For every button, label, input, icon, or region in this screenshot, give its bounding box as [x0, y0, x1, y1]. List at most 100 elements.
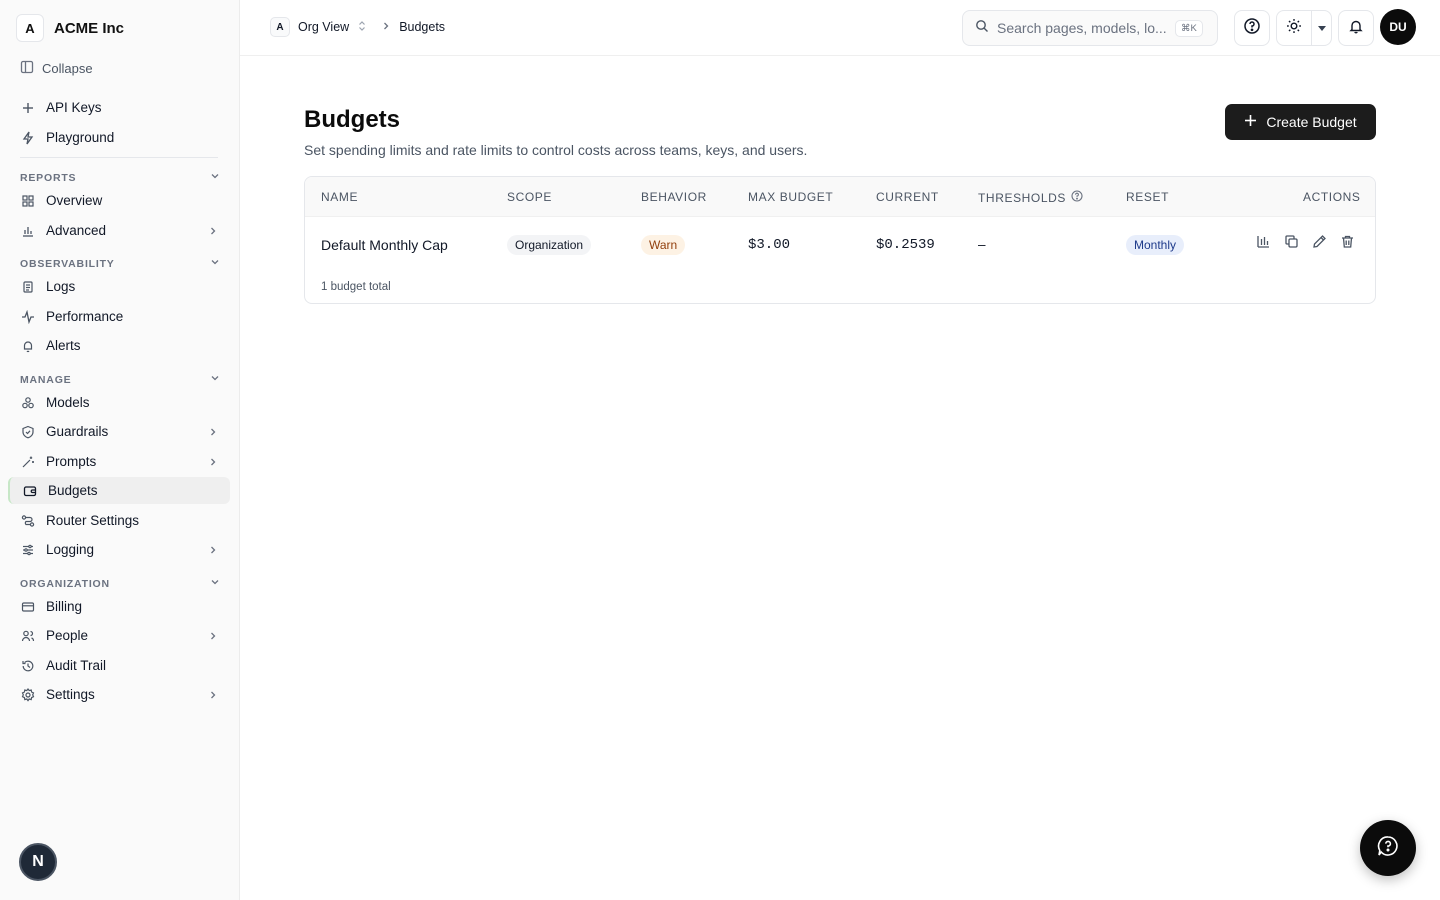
breadcrumb-current: Budgets [399, 20, 446, 34]
sidebar-item-label: Settings [46, 687, 95, 702]
activity-icon [20, 309, 36, 325]
column-header-thresholds[interactable]: THRESHOLDS [978, 190, 1083, 205]
table-footer-count: 1 budget total [321, 281, 391, 293]
sidebar-item-api-keys[interactable]: API Keys [8, 94, 230, 121]
chevron-down-icon [210, 373, 220, 386]
search-icon [975, 19, 989, 38]
sidebar-item-label: Performance [46, 309, 124, 324]
sidebar-item-label: Playground [46, 130, 115, 145]
trash-icon[interactable] [1339, 233, 1355, 249]
sidebar-item-label: Logs [46, 279, 76, 294]
sidebar-item-label: Router Settings [46, 513, 140, 528]
column-header: ACTIONS [1303, 190, 1361, 204]
column-header[interactable]: NAME [321, 190, 358, 204]
models-icon [20, 395, 36, 411]
section-title: ORGANIZATION [20, 577, 110, 590]
theme-button[interactable] [1277, 11, 1311, 45]
sidebar-item-billing[interactable]: Billing [8, 593, 230, 620]
theme-dropdown-button[interactable] [1311, 11, 1331, 45]
sidebar: A ACME Inc Collapse API Keys Playground … [0, 0, 240, 900]
top-bar: A Org View Budgets ⌘K DU [240, 0, 1440, 56]
sidebar-item-label: Budgets [48, 483, 98, 498]
create-budget-label: Create Budget [1266, 114, 1357, 130]
sidebar-item-logging[interactable]: Logging [8, 536, 230, 563]
chat-support-button[interactable] [1360, 820, 1416, 876]
section-observability[interactable]: OBSERVABILITY [20, 257, 220, 270]
sidebar-item-settings[interactable]: Settings [8, 681, 230, 708]
help-circle-icon [1243, 17, 1261, 40]
sidebar-item-guardrails[interactable]: Guardrails [8, 418, 230, 445]
chevron-updown-icon[interactable] [357, 20, 367, 35]
route-icon [20, 513, 36, 529]
sidebar-item-performance[interactable]: Performance [8, 303, 230, 330]
chevron-right-icon [208, 543, 218, 558]
sidebar-item-label: Billing [46, 599, 83, 614]
shield-icon [20, 424, 36, 440]
budgets-table: NAME SCOPE BEHAVIOR MAX BUDGET CURRENT T… [304, 176, 1376, 304]
section-manage[interactable]: MANAGE [20, 373, 220, 386]
help-button[interactable] [1234, 10, 1270, 46]
breadcrumb-separator-icon [381, 20, 391, 34]
sidebar-item-label: API Keys [46, 100, 102, 115]
search-shortcut: ⌘K [1175, 19, 1203, 37]
breadcrumb-org-avatar: A [270, 17, 290, 37]
section-title: MANAGE [20, 373, 72, 386]
help-circle-icon[interactable] [1071, 190, 1083, 205]
scroll-icon [20, 279, 36, 295]
sidebar-item-label: Models [46, 395, 90, 410]
column-header[interactable]: MAX BUDGET [748, 190, 833, 204]
edit-icon[interactable] [1311, 233, 1327, 249]
user-avatar[interactable]: DU [1380, 9, 1416, 45]
section-organization[interactable]: ORGANIZATION [20, 577, 220, 590]
notifications-button[interactable] [1338, 10, 1374, 46]
sidebar-item-router-settings[interactable]: Router Settings [8, 507, 230, 534]
theme-toggle [1276, 10, 1332, 46]
sidebar-item-label: People [46, 628, 89, 643]
chevron-right-icon [208, 224, 218, 239]
sidebar-item-audit-trail[interactable]: Audit Trail [8, 652, 230, 679]
search-input[interactable] [997, 20, 1167, 36]
sidebar-panel-icon [20, 60, 34, 77]
thresholds-value: – [978, 237, 986, 252]
page-title: Budgets [304, 106, 400, 133]
breadcrumb-org-view[interactable]: Org View [298, 20, 349, 34]
column-header[interactable]: CURRENT [876, 190, 939, 204]
dev-tools-badge[interactable]: N [19, 843, 57, 881]
plus-icon [1244, 114, 1257, 130]
column-header[interactable]: SCOPE [507, 190, 552, 204]
collapse-button[interactable]: Collapse [20, 60, 93, 77]
search-box[interactable]: ⌘K [962, 10, 1218, 46]
sidebar-item-label: Overview [46, 193, 103, 208]
sidebar-item-overview[interactable]: Overview [8, 187, 230, 214]
collapse-label: Collapse [42, 61, 93, 76]
chevron-right-icon [208, 688, 218, 703]
create-budget-button[interactable]: Create Budget [1225, 104, 1376, 140]
section-reports[interactable]: REPORTS [20, 171, 220, 184]
behavior-badge: Warn [641, 235, 686, 255]
sidebar-item-models[interactable]: Models [8, 389, 230, 416]
sidebar-item-advanced[interactable]: Advanced [8, 217, 230, 244]
budget-name[interactable]: Default Monthly Cap [321, 237, 448, 253]
breadcrumb: A Org View Budgets [270, 17, 445, 37]
sidebar-item-logs[interactable]: Logs [8, 273, 230, 300]
sidebar-item-prompts[interactable]: Prompts [8, 448, 230, 475]
sun-icon [1286, 18, 1302, 39]
org-switcher[interactable]: A ACME Inc [16, 14, 124, 42]
plus-icon [20, 100, 36, 116]
chat-help-icon [1376, 834, 1400, 863]
reset-badge: Monthly [1126, 235, 1185, 255]
section-title: REPORTS [20, 171, 77, 184]
chart-icon[interactable] [1255, 233, 1271, 249]
org-name: ACME Inc [54, 19, 125, 37]
sidebar-item-playground[interactable]: Playground [8, 124, 230, 151]
sidebar-item-label: Audit Trail [46, 658, 107, 673]
sidebar-item-label: Alerts [46, 338, 81, 353]
column-header[interactable]: RESET [1126, 190, 1169, 204]
max-budget-value: $3.00 [748, 237, 791, 253]
sidebar-item-people[interactable]: People [8, 622, 230, 649]
copy-icon[interactable] [1283, 233, 1299, 249]
column-header[interactable]: BEHAVIOR [641, 190, 707, 204]
sidebar-item-alerts[interactable]: Alerts [8, 332, 230, 359]
users-icon [20, 628, 36, 644]
sidebar-item-budgets[interactable]: Budgets [8, 477, 230, 504]
